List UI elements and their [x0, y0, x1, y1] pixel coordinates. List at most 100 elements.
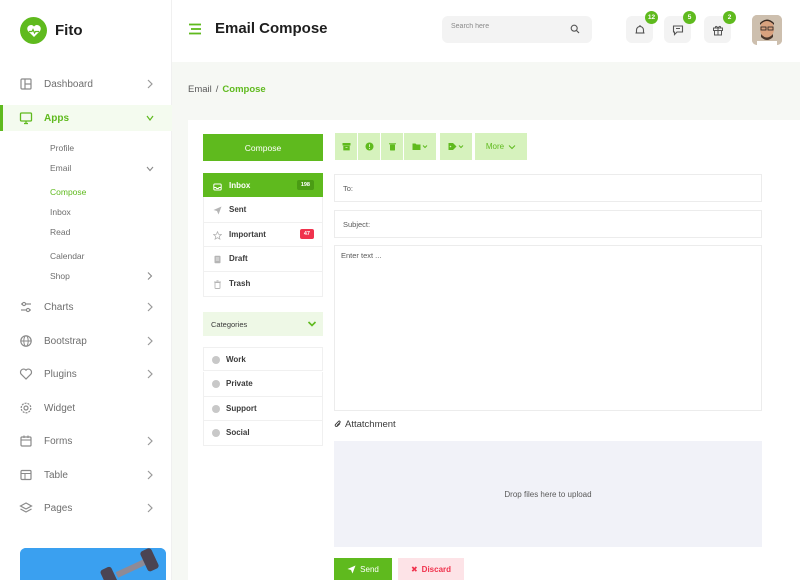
categories-label: Categories — [211, 320, 248, 329]
sidebar-item-charts[interactable]: Charts — [0, 294, 172, 320]
trash-icon — [388, 143, 396, 151]
sidebar-item-label: Dashboard — [44, 78, 93, 90]
chevron-right-icon — [147, 369, 153, 379]
search-box[interactable] — [442, 16, 592, 43]
brand-name: Fito — [55, 22, 83, 39]
notifications-button[interactable]: 12 — [626, 11, 658, 43]
category-work[interactable]: Work — [203, 347, 323, 371]
paperclip-icon — [334, 420, 341, 427]
sidebar-item-label: Charts — [44, 301, 74, 313]
sidebar-item-label: Table — [44, 469, 68, 481]
compose-button[interactable]: Compose — [203, 134, 323, 161]
move-folder-dropdown[interactable] — [404, 133, 436, 160]
breadcrumb-email[interactable]: Email — [188, 84, 212, 95]
category-label: Support — [226, 404, 257, 413]
sidebar-item-apps[interactable]: Apps — [0, 105, 172, 131]
chevron-down-icon — [146, 115, 154, 121]
gifts-badge: 2 — [723, 11, 736, 24]
dumbbell-icon — [20, 548, 166, 580]
attachment-heading: Attatchment — [334, 419, 396, 430]
category-private[interactable]: Private — [203, 372, 323, 397]
page-title: Email Compose — [215, 20, 328, 37]
sidebar-subitem-email[interactable]: Email — [50, 163, 71, 173]
subject-input[interactable] — [343, 220, 743, 229]
sidebar-subitem-profile[interactable]: Profile — [50, 143, 74, 153]
more-dropdown[interactable]: More — [475, 133, 527, 160]
folder-icon — [412, 143, 428, 150]
avatar[interactable] — [752, 15, 782, 45]
category-dot — [212, 429, 220, 437]
chevron-right-icon — [147, 336, 153, 346]
category-support[interactable]: Support — [203, 397, 323, 421]
sidebar-subitem-compose[interactable]: Compose — [50, 187, 86, 197]
sidebar-item-label: Apps — [44, 112, 69, 124]
folder-sent[interactable]: Sent — [203, 197, 323, 223]
message-body-field[interactable] — [334, 245, 762, 411]
heart-pulse-icon — [20, 17, 47, 44]
gifts-button[interactable]: 2 — [704, 11, 736, 43]
to-field[interactable] — [334, 174, 762, 202]
chevron-right-icon — [147, 503, 153, 513]
category-label: Social — [226, 428, 250, 437]
alert-circle-icon — [365, 142, 373, 151]
report-spam-button[interactable] — [358, 133, 380, 160]
send-icon — [213, 206, 222, 215]
category-dot — [212, 380, 220, 388]
sidebar-subitem-calendar[interactable]: Calendar — [50, 251, 85, 261]
chevron-down-icon — [307, 321, 317, 327]
sidebar-item-label: Forms — [44, 435, 73, 447]
sidebar-item-table[interactable]: Table — [0, 462, 172, 488]
folder-draft[interactable]: Draft — [203, 247, 323, 272]
send-button[interactable]: Send — [334, 558, 392, 580]
sidebar-item-pages[interactable]: Pages — [0, 495, 172, 521]
folder-trash[interactable]: Trash — [203, 272, 323, 297]
send-icon — [347, 565, 356, 573]
categories-header[interactable]: Categories — [203, 312, 323, 336]
sidebar-subitem-read[interactable]: Read — [50, 227, 70, 237]
sidebar: Fito Dashboard Apps Profile Email Compos… — [0, 0, 172, 580]
subject-field[interactable] — [334, 210, 762, 238]
to-input[interactable] — [343, 184, 743, 193]
trash-icon — [214, 280, 221, 289]
folder-label: Inbox — [229, 181, 251, 190]
category-dot — [212, 356, 220, 364]
chevron-right-icon — [147, 79, 153, 89]
category-dot — [212, 405, 220, 413]
folder-inbox[interactable]: Inbox 198 — [203, 173, 323, 197]
chevron-right-icon — [147, 470, 153, 480]
dashboard-icon — [20, 78, 32, 90]
star-icon — [213, 231, 222, 240]
layers-icon — [19, 502, 33, 513]
label-tag-dropdown[interactable] — [440, 133, 472, 160]
close-icon: ✖ — [410, 564, 418, 574]
chevron-right-icon — [147, 272, 153, 280]
gift-icon — [712, 25, 723, 35]
message-body-input[interactable] — [341, 251, 751, 401]
folder-label: Important — [229, 230, 266, 239]
monitor-icon — [19, 112, 33, 125]
sidebar-item-forms[interactable]: Forms — [0, 428, 172, 454]
settings-icon — [20, 402, 32, 414]
discard-button[interactable]: ✖ Discard — [398, 558, 464, 580]
folder-label: Trash — [229, 279, 251, 288]
folder-important[interactable]: Important 47 — [203, 223, 323, 247]
sidebar-subitem-shop[interactable]: Shop — [50, 271, 70, 281]
file-dropzone[interactable]: Drop files here to upload — [334, 441, 762, 547]
sidebar-item-widget[interactable]: Widget — [0, 395, 172, 421]
chevron-down-icon — [146, 166, 154, 172]
messages-button[interactable]: 5 — [664, 11, 696, 43]
sidebar-item-dashboard[interactable]: Dashboard — [0, 71, 172, 97]
important-count-badge: 47 — [299, 229, 314, 239]
promo-card — [20, 548, 166, 580]
calendar-icon — [20, 435, 32, 447]
sidebar-item-plugins[interactable]: Plugins — [0, 361, 172, 387]
menu-icon[interactable] — [188, 23, 202, 35]
search-icon[interactable] — [570, 24, 580, 34]
sidebar-item-bootstrap[interactable]: Bootstrap — [0, 328, 172, 354]
brand-logo[interactable]: Fito — [20, 17, 83, 44]
archive-button[interactable] — [335, 133, 357, 160]
category-social[interactable]: Social — [203, 421, 323, 446]
sidebar-subitem-inbox[interactable]: Inbox — [50, 207, 71, 217]
search-input[interactable] — [451, 23, 561, 30]
delete-button[interactable] — [381, 133, 403, 160]
